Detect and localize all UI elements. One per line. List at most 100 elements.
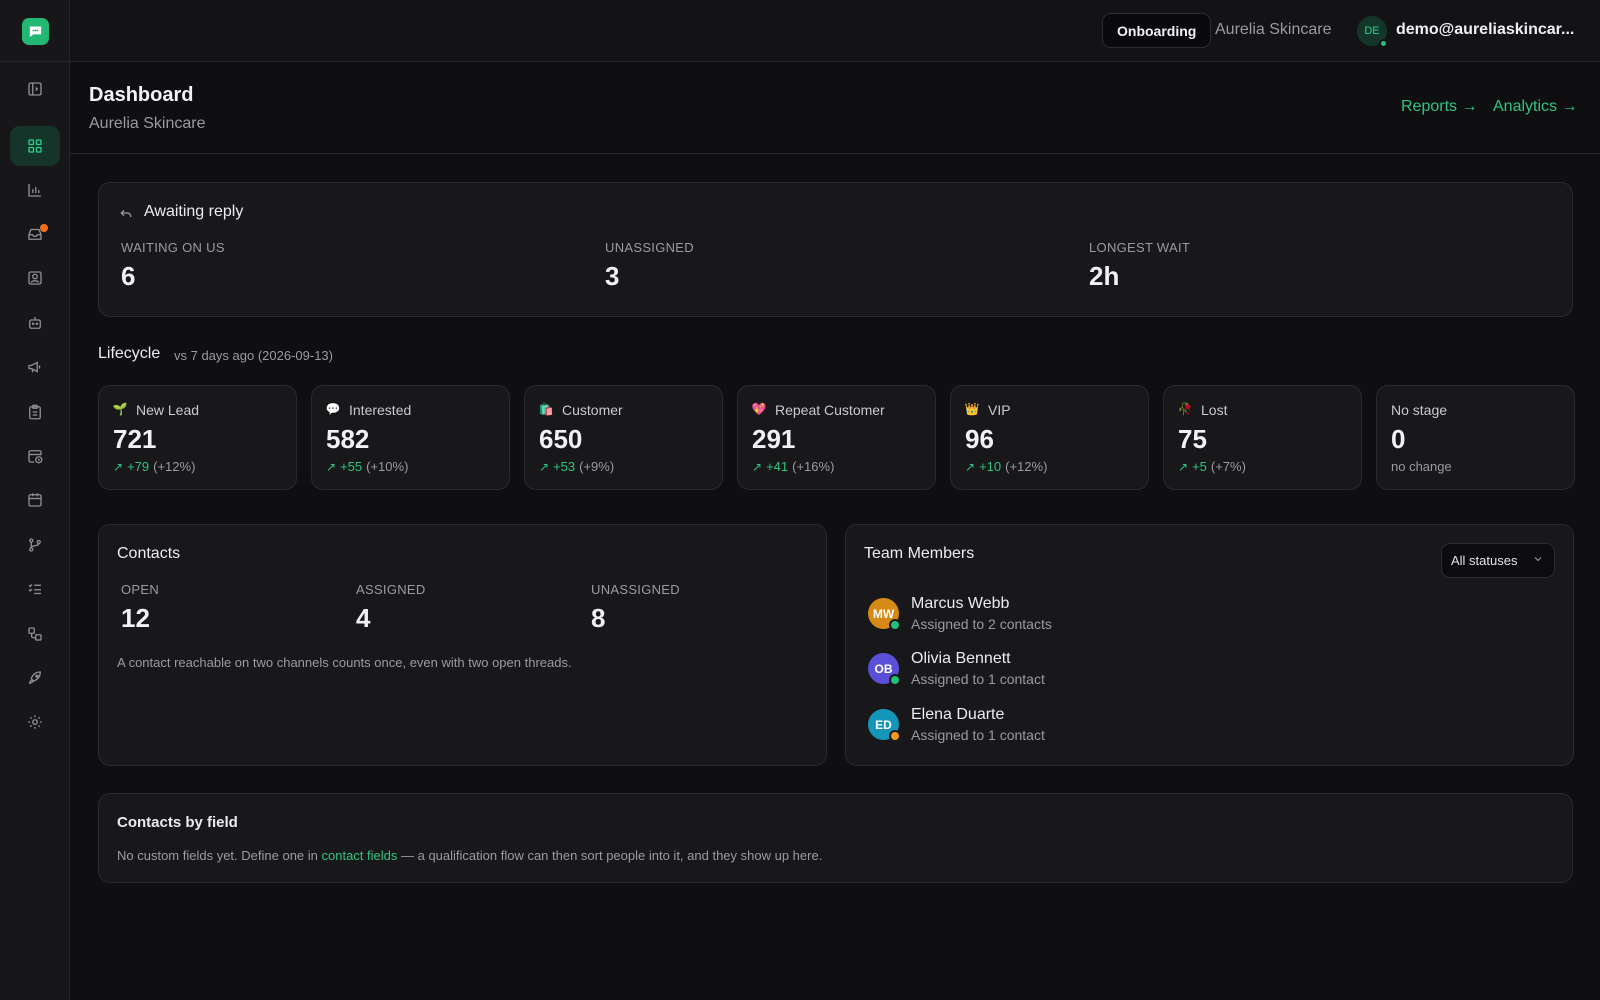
- status-filter-select[interactable]: All statuses: [1441, 543, 1555, 578]
- stage-name: New Lead: [136, 402, 200, 418]
- awaiting-reply-card: Awaiting reply WAITING ON US 6 UNASSIGNE…: [98, 182, 1573, 317]
- lifecycle-card-lost[interactable]: 🥀 Lost 75 ↗ +5 (+7%): [1163, 385, 1362, 490]
- online-status-dot: [1379, 39, 1388, 48]
- chevron-down-icon: [1534, 557, 1542, 562]
- trend-up-icon: ↗: [965, 459, 976, 474]
- lifecycle-comparison: vs 7 days ago (2026-09-13): [174, 348, 333, 363]
- stage-value: 291: [752, 424, 796, 454]
- contacts-card: Contacts OPEN 12 ASSIGNED 4 UNASSIGNED 8…: [98, 524, 827, 766]
- member-name[interactable]: Olivia Bennett: [911, 650, 1011, 668]
- lifecycle-card-repeat-customer[interactable]: 💖 Repeat Customer 291 ↗ +41 (+16%): [737, 385, 936, 490]
- contacts-by-field-title: Contacts by field: [117, 814, 238, 831]
- stage-value: 75: [1178, 424, 1207, 454]
- lifecycle-card-customer[interactable]: 🛍️ Customer 650 ↗ +53 (+9%): [524, 385, 723, 490]
- wilted-flower-icon: 🥀: [1177, 402, 1193, 416]
- sidebar-item-schedule[interactable]: [10, 436, 60, 476]
- member-name[interactable]: Marcus Webb: [911, 595, 1009, 613]
- reply-icon: [120, 209, 132, 217]
- sidebar-item-bots[interactable]: [10, 303, 60, 343]
- sidebar-item-analytics[interactable]: [10, 170, 60, 210]
- clipboard-icon: [29, 404, 41, 420]
- member-assignment: Assigned to 2 contacts: [911, 616, 1052, 632]
- contacts-by-field-note: No custom fields yet. Define one in cont…: [117, 848, 823, 863]
- stage-name: Lost: [1201, 402, 1228, 418]
- member-status-dot: [889, 674, 901, 686]
- sidebar-item-flows[interactable]: [10, 525, 60, 565]
- user-email[interactable]: demo@aureliaskincar...: [1396, 21, 1576, 39]
- reports-link[interactable]: Reports →: [1401, 98, 1477, 116]
- app-logo[interactable]: [22, 18, 49, 45]
- stage-value: 96: [965, 424, 994, 454]
- dashboard-icon: [28, 139, 42, 153]
- lifecycle-title: Lifecycle: [98, 345, 161, 362]
- stage-name: VIP: [988, 402, 1011, 418]
- page-header: Dashboard Aurelia Skincare Reports → Ana…: [70, 62, 1600, 154]
- sidebar-item-calendar[interactable]: [10, 480, 60, 520]
- stage-value: 0: [1391, 424, 1406, 454]
- analytics-link[interactable]: Analytics →: [1493, 98, 1577, 116]
- sidebar-item-dashboard[interactable]: [10, 126, 60, 166]
- sidebar-item-tasks[interactable]: [10, 569, 60, 609]
- unassigned-label: UNASSIGNED: [605, 240, 694, 255]
- lifecycle-card-no-stage[interactable]: No stage 0 no change: [1376, 385, 1575, 490]
- stage-delta: ↗ +5 (+7%): [1178, 459, 1246, 474]
- sidebar-item-templates[interactable]: [10, 392, 60, 432]
- sidebar-toggle-icon: [28, 82, 42, 96]
- trend-up-icon: ↗: [752, 459, 763, 474]
- rocket-icon: [29, 671, 41, 685]
- member-assignment: Assigned to 1 contact: [911, 727, 1045, 743]
- lifecycle-card-vip[interactable]: 👑 VIP 96 ↗ +10 (+12%): [950, 385, 1149, 490]
- chat-bubble-icon: [29, 26, 42, 38]
- team-members-title: Team Members: [864, 545, 975, 562]
- org-switcher[interactable]: Aurelia Skincare: [1215, 21, 1332, 39]
- inbox-alert-dot: [40, 224, 48, 232]
- workflow-icon: [28, 627, 42, 641]
- sprout-icon: 🌱: [112, 402, 128, 416]
- top-bar: Onboarding Aurelia Skincare DE demo@aure…: [70, 0, 1600, 62]
- stage-delta: ↗ +10 (+12%): [965, 459, 1048, 474]
- lifecycle-card-new-lead[interactable]: 🌱 New Lead 721 ↗ +79 (+12%): [98, 385, 297, 490]
- calendar-clock-icon: [28, 450, 43, 464]
- member-status-dot: [889, 619, 901, 631]
- heart-icon: 💖: [751, 402, 767, 416]
- trend-up-icon: ↗: [326, 459, 337, 474]
- contacts-unassigned-label: UNASSIGNED: [591, 582, 680, 597]
- contacts-by-field-card: Contacts by field No custom fields yet. …: [98, 793, 1573, 883]
- contacts-unassigned-value: 8: [591, 603, 606, 633]
- bot-icon: [29, 317, 41, 329]
- stage-name: No stage: [1391, 402, 1448, 418]
- sidebar-item-contacts[interactable]: [10, 258, 60, 298]
- contact-fields-link[interactable]: contact fields: [322, 848, 398, 863]
- megaphone-icon: [28, 361, 41, 373]
- sidebar-toggle[interactable]: [10, 69, 60, 109]
- contacts-note: A contact reachable on two channels coun…: [117, 655, 572, 670]
- member-name[interactable]: Elena Duarte: [911, 706, 1004, 724]
- waiting-on-us-label: WAITING ON US: [121, 240, 225, 255]
- calendar-icon: [28, 493, 42, 507]
- onboarding-button[interactable]: Onboarding: [1102, 13, 1212, 48]
- speech-bubble-icon: 💬: [325, 402, 341, 416]
- waiting-on-us-value: 6: [121, 261, 136, 291]
- stage-delta: ↗ +41 (+16%): [752, 459, 835, 474]
- sidebar-item-settings[interactable]: [10, 702, 60, 742]
- sidebar-item-broadcasts[interactable]: [10, 347, 60, 387]
- page-subtitle: Aurelia Skincare: [89, 115, 206, 132]
- stage-delta: ↗ +53 (+9%): [539, 459, 615, 474]
- gear-icon: [28, 715, 42, 729]
- sidebar-item-inbox[interactable]: [10, 214, 60, 254]
- trend-up-icon: ↗: [539, 459, 550, 474]
- open-value: 12: [121, 603, 150, 633]
- sidebar-item-launch[interactable]: [10, 658, 60, 698]
- member-assignment: Assigned to 1 contact: [911, 671, 1045, 687]
- contacts-icon: [28, 271, 42, 285]
- shopping-bags-icon: 🛍️: [538, 402, 554, 416]
- sidebar-item-integrations[interactable]: [10, 614, 60, 654]
- stage-value: 582: [326, 424, 370, 454]
- trend-up-icon: ↗: [1178, 459, 1189, 474]
- stage-name: Interested: [349, 402, 412, 418]
- checklist-icon: [28, 584, 41, 595]
- sidebar: [0, 0, 70, 1000]
- longest-wait-label: LONGEST WAIT: [1089, 240, 1191, 255]
- lifecycle-card-interested[interactable]: 💬 Interested 582 ↗ +55 (+10%): [311, 385, 510, 490]
- bar-chart-icon: [28, 184, 41, 197]
